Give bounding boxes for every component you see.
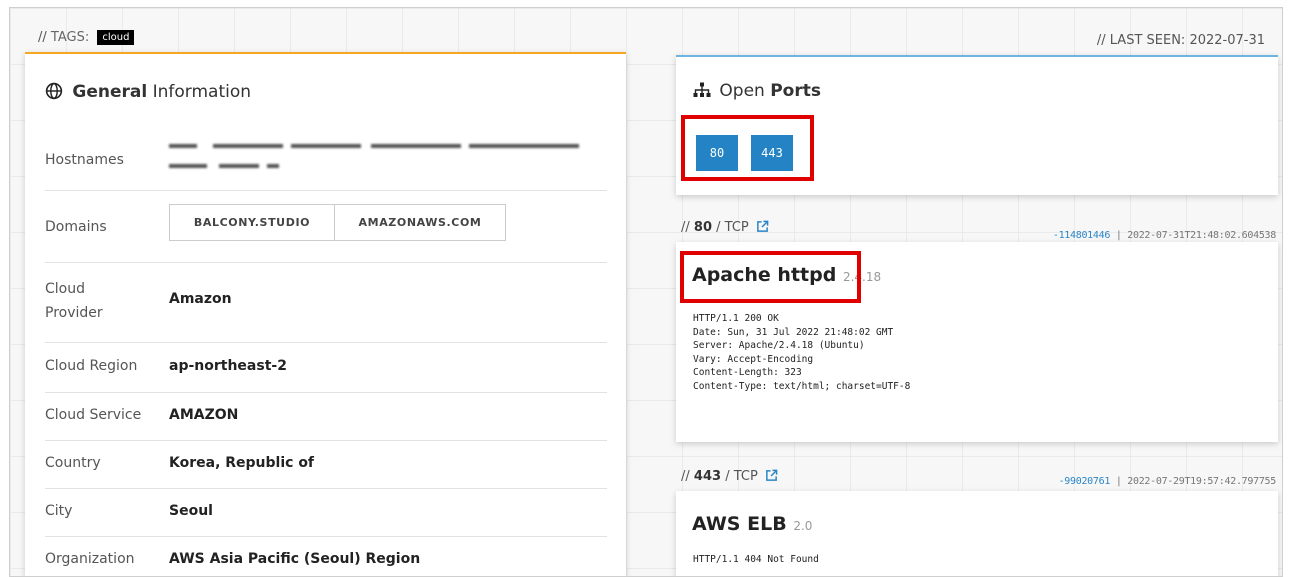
tag-chip[interactable]: cloud (97, 30, 135, 45)
hostnames-label: Hostnames (45, 152, 124, 168)
service-80-header: // 80 / TCP (681, 220, 769, 235)
globe-icon (45, 82, 63, 100)
product-highlight-box (680, 251, 861, 303)
external-link-icon[interactable] (765, 469, 778, 482)
last-seen: // LAST SEEN: 2022-07-31 (1096, 33, 1265, 48)
country-label: Country (45, 455, 101, 471)
network-icon (693, 82, 711, 97)
service-443-meta: -99020761 | 2022-07-29T19:57:42.797755 (1059, 476, 1277, 487)
general-info-card: General Information Hostnames Domains BA… (25, 52, 626, 576)
cloud-service-label: Cloud Service (45, 407, 142, 423)
service-80-port: 80 (693, 220, 712, 235)
open-ports-card: Open Ports 80 443 (676, 55, 1278, 195)
service-443-card: AWS ELB 2.0 HTTP/1.1 404 Not Found (676, 491, 1278, 576)
domains-label: Domains (45, 219, 107, 235)
row-organization: Organization AWS Asia Pacific (Seoul) Re… (45, 536, 607, 576)
external-link-icon[interactable] (756, 220, 769, 233)
row-cloud-region: Cloud Region ap-northeast-2 (45, 342, 607, 393)
row-domains: Domains BALCONY.STUDIO AMAZONAWS.COM (45, 190, 607, 263)
city-label: City (45, 503, 73, 519)
service-80-meta: -114801446 | 2022-07-31T21:48:02.604538 (1053, 230, 1276, 241)
city-value: Seoul (169, 503, 213, 519)
service-443-banner: HTTP/1.1 404 Not Found (693, 554, 819, 565)
service-443-version: 2.0 (793, 519, 813, 533)
service-80-hash[interactable]: -114801446 (1053, 230, 1111, 241)
general-info-title: General Information (45, 82, 251, 102)
tags-bar: // TAGS: cloud (38, 30, 135, 45)
country-value: Korea, Republic of (169, 455, 315, 471)
open-ports-title: Open Ports (693, 81, 821, 101)
cloud-region-value: ap-northeast-2 (169, 358, 287, 374)
service-80-proto: / TCP (716, 220, 749, 235)
domain-balcony-studio[interactable]: BALCONY.STUDIO (169, 204, 335, 241)
row-cloud-service: Cloud Service AMAZON (45, 392, 607, 441)
cloud-provider-label: Cloud Provider (45, 281, 103, 321)
service-443-timestamp: | 2022-07-29T19:57:42.797755 (1115, 476, 1276, 487)
domain-amazonaws-com[interactable]: AMAZONAWS.COM (334, 204, 506, 241)
service-443-port: 443 (693, 469, 722, 484)
ports-highlight-box (681, 115, 814, 181)
tags-label: TAGS: (50, 30, 90, 45)
cloud-region-label: Cloud Region (45, 358, 138, 374)
row-city: City Seoul (45, 488, 607, 537)
hostnames-redacted (169, 142, 589, 182)
row-country: Country Korea, Republic of (45, 440, 607, 489)
service-443-product: AWS ELB 2.0 (692, 513, 813, 535)
service-443-hash[interactable]: -99020761 (1059, 476, 1111, 487)
row-cloud-provider: Cloud Provider Amazon (45, 262, 607, 343)
service-80-banner: HTTP/1.1 200 OK Date: Sun, 31 Jul 2022 2… (693, 313, 911, 392)
row-hostnames: Hostnames (45, 124, 607, 191)
service-80-card: Apache httpd 2.4.18 HTTP/1.1 200 OK Date… (676, 242, 1278, 442)
service-443-proto: / TCP (725, 469, 758, 484)
cloud-provider-value: Amazon (169, 291, 232, 307)
page-frame: // TAGS: cloud // LAST SEEN: 2022-07-31 … (9, 7, 1283, 577)
service-443-header: // 443 / TCP (681, 469, 778, 484)
service-80-timestamp: | 2022-07-31T21:48:02.604538 (1115, 230, 1276, 241)
cloud-service-value: AMAZON (169, 407, 239, 423)
